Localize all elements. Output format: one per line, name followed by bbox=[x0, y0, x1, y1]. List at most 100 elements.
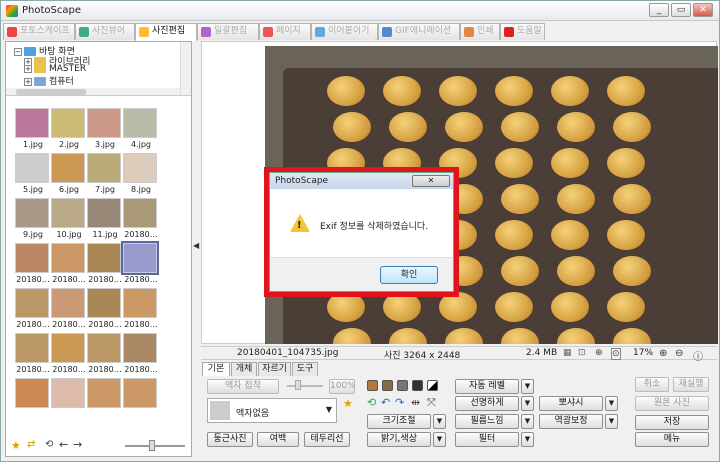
slider-handle[interactable] bbox=[149, 440, 155, 451]
margin-button[interactable]: 여백 bbox=[257, 432, 299, 447]
thumbnail[interactable]: 20180… bbox=[123, 288, 158, 332]
thumbnail-image[interactable] bbox=[15, 108, 49, 138]
zoom-in-icon[interactable]: ⊕ bbox=[659, 348, 667, 359]
menu-button[interactable]: 메뉴 bbox=[635, 432, 709, 447]
original-photo-button[interactable]: 원본 사진 bbox=[635, 396, 709, 411]
scroll-thumb[interactable] bbox=[16, 89, 86, 95]
tab-2[interactable]: 사진뷰어 bbox=[75, 23, 135, 40]
bloom-dropdown[interactable]: ▼ bbox=[605, 396, 618, 411]
thumbnail[interactable] bbox=[87, 378, 121, 422]
tab-3[interactable]: 사진편집 bbox=[135, 23, 197, 41]
forward-arrow-icon[interactable]: → bbox=[73, 438, 82, 451]
thumbnail-image[interactable] bbox=[123, 108, 157, 138]
folder-nav-icon[interactable]: ⇄ bbox=[27, 439, 35, 450]
edit-tab[interactable]: 자르기 bbox=[258, 362, 291, 376]
thumbnail[interactable]: 20180… bbox=[123, 198, 158, 242]
thumbnail-image[interactable] bbox=[51, 108, 85, 138]
thumbnail-image[interactable] bbox=[51, 198, 85, 228]
thumbnail[interactable]: 9.jpg bbox=[15, 198, 49, 242]
tree-expander[interactable]: + bbox=[24, 77, 32, 86]
frame-slider-handle[interactable] bbox=[295, 380, 301, 390]
thumbnail[interactable]: 20180… bbox=[121, 241, 159, 287]
thumbnail[interactable]: 1.jpg bbox=[15, 108, 49, 152]
thumbnail-image[interactable] bbox=[87, 333, 121, 363]
zoom-out-icon[interactable]: ⊖ bbox=[675, 348, 683, 359]
tree-node[interactable]: + 컴퓨터 bbox=[24, 74, 74, 87]
thumbnail-image[interactable] bbox=[87, 108, 121, 138]
thumbnail-size-slider[interactable] bbox=[125, 445, 185, 447]
undo-icon[interactable]: ↶ bbox=[381, 396, 390, 409]
collapse-arrow-icon[interactable]: ◀ bbox=[193, 241, 199, 250]
thumbnail[interactable]: 20180… bbox=[87, 333, 122, 377]
filter-dropdown[interactable]: ▼ bbox=[521, 432, 534, 447]
thumbnail[interactable]: 11.jpg bbox=[87, 198, 121, 242]
thumbnail-image[interactable] bbox=[87, 243, 121, 273]
backlight-dropdown[interactable]: ▼ bbox=[605, 414, 618, 429]
round-photo-button[interactable]: 둥근사진 bbox=[207, 432, 253, 447]
thumbnail-image[interactable] bbox=[123, 378, 157, 408]
tab-4[interactable]: 일괄편집 bbox=[197, 23, 259, 40]
tree-horizontal-scrollbar[interactable] bbox=[6, 88, 180, 95]
thumbnail[interactable]: 20180… bbox=[51, 288, 86, 332]
tab-5[interactable]: 페이지 bbox=[259, 23, 311, 40]
thumbnail-image[interactable] bbox=[123, 288, 157, 318]
thumbnail-image[interactable] bbox=[15, 378, 49, 408]
edit-tab[interactable]: 도구 bbox=[292, 362, 318, 376]
grid-icon[interactable]: ▦ bbox=[563, 348, 572, 358]
thumbnail[interactable]: 2.jpg bbox=[51, 108, 85, 152]
thumbnail-image[interactable] bbox=[15, 288, 49, 318]
filter-button[interactable]: 필터 bbox=[455, 432, 519, 447]
tab-7[interactable]: GIF애니메이션 bbox=[378, 23, 460, 40]
thumbnail[interactable]: 20180… bbox=[51, 333, 86, 377]
thumbnail-image[interactable] bbox=[51, 243, 85, 273]
tab-8[interactable]: 인쇄 bbox=[460, 23, 500, 40]
minimize-button[interactable]: _ bbox=[649, 3, 669, 17]
dialog-close-button[interactable]: ✕ bbox=[412, 175, 450, 187]
thumbnail[interactable]: 20180… bbox=[15, 333, 50, 377]
tree-vertical-scrollbar[interactable] bbox=[180, 42, 191, 95]
edit-tab[interactable]: 개체 bbox=[231, 362, 257, 376]
flip-icon[interactable]: ⇹ bbox=[411, 396, 420, 409]
tab-6[interactable]: 이어붙이기 bbox=[311, 23, 378, 40]
color-swatch-brown[interactable] bbox=[367, 380, 378, 391]
sharpen-button[interactable]: 선명하게 bbox=[455, 396, 519, 411]
brightness-dropdown[interactable]: ▼ bbox=[433, 432, 446, 447]
color-swatch-black[interactable] bbox=[412, 380, 423, 391]
frame-select[interactable]: 액자없음 ▼ bbox=[207, 398, 337, 423]
thumbnail-image[interactable] bbox=[15, 243, 49, 273]
restore-button[interactable]: ▭ bbox=[671, 3, 691, 17]
thumbnail[interactable]: 3.jpg bbox=[87, 108, 121, 152]
invert-swatch[interactable] bbox=[427, 380, 438, 391]
thumbnail-image[interactable] bbox=[51, 153, 85, 183]
rotate-left-icon[interactable]: ⟲ bbox=[367, 396, 376, 409]
star-icon[interactable]: ★ bbox=[11, 439, 21, 452]
auto-level-dropdown[interactable]: ▼ bbox=[521, 379, 534, 394]
thumbnail-image[interactable] bbox=[15, 153, 49, 183]
tree-expander[interactable]: − bbox=[14, 47, 22, 56]
save-button[interactable]: 저장 bbox=[635, 415, 709, 430]
zoom-fit-icon[interactable]: ⊙ bbox=[611, 348, 621, 360]
close-button[interactable]: ✕ bbox=[693, 3, 713, 17]
thumbnail-image[interactable] bbox=[51, 333, 85, 363]
redo-icon[interactable]: ↷ bbox=[395, 396, 404, 409]
straighten-icon[interactable]: ⤧ bbox=[427, 396, 436, 410]
thumbnail[interactable]: 20180… bbox=[123, 333, 158, 377]
color-swatch-gray[interactable] bbox=[397, 380, 408, 391]
film-dropdown[interactable]: ▼ bbox=[521, 414, 534, 429]
thumbnail[interactable]: 4.jpg bbox=[123, 108, 157, 152]
thumbnail-image[interactable] bbox=[121, 241, 159, 275]
thumbnail-image[interactable] bbox=[123, 153, 157, 183]
thumbnail[interactable] bbox=[123, 378, 157, 422]
resize-dropdown[interactable]: ▼ bbox=[433, 414, 446, 429]
thumbnail-image[interactable] bbox=[87, 378, 121, 408]
ok-button[interactable]: 확인 bbox=[380, 266, 438, 284]
thumbnail-image[interactable] bbox=[87, 153, 121, 183]
backlight-button[interactable]: 역광보정 bbox=[539, 414, 603, 429]
thumbnail[interactable] bbox=[15, 378, 49, 422]
thumbnail-image[interactable] bbox=[15, 333, 49, 363]
tree-expander[interactable]: + bbox=[24, 64, 32, 73]
thumbnail[interactable]: 20180… bbox=[51, 243, 86, 287]
redo-button[interactable]: 재실행 bbox=[673, 377, 709, 392]
thumbnail-image[interactable] bbox=[87, 288, 121, 318]
auto-level-button[interactable]: 자동 레벨 bbox=[455, 379, 519, 394]
